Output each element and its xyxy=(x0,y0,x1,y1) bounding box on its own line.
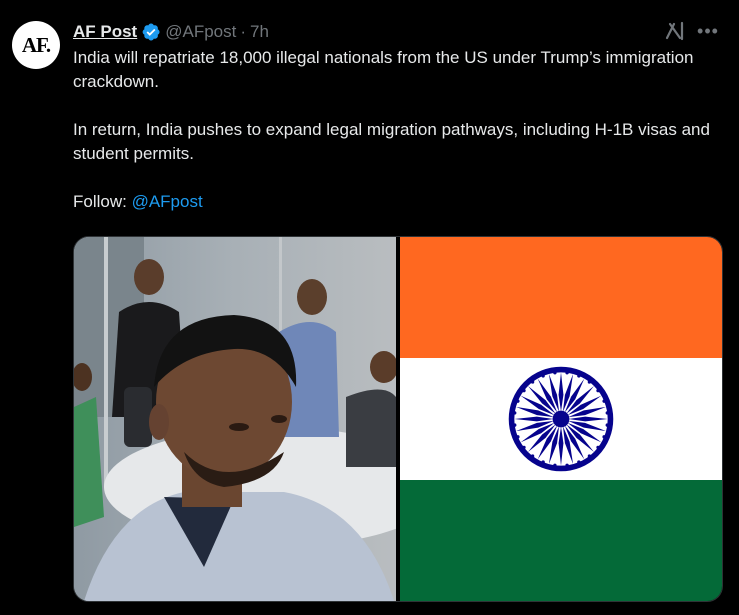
separator-dot: · xyxy=(240,22,247,41)
timestamp[interactable]: 7h xyxy=(250,22,269,42)
verified-badge-icon[interactable] xyxy=(141,22,161,42)
india-flag[interactable] xyxy=(400,237,722,601)
tweet[interactable]: AF. AF Post @AFpost · 7h ••• India will … xyxy=(0,0,739,615)
chakra-rim-dot xyxy=(596,445,600,450)
flag-green-band xyxy=(400,479,722,601)
chakra-rim-dot xyxy=(577,460,581,464)
avatar[interactable]: AF. xyxy=(12,21,60,69)
chakra-spoke xyxy=(558,426,564,466)
chakra-rim-dot xyxy=(530,380,535,384)
more-icon[interactable]: ••• xyxy=(697,20,719,42)
photo-of-men-in-office[interactable] xyxy=(74,237,396,601)
tweet-header: AF Post @AFpost · 7h xyxy=(73,20,269,44)
chakra-rim-dot xyxy=(541,374,545,378)
chakra-rim-dot xyxy=(605,411,609,415)
avatar-logo-text: AF. xyxy=(21,32,51,57)
chakra-rim-dot xyxy=(577,374,581,378)
chakra-rim-dot xyxy=(553,371,557,375)
chakra-rim-dot xyxy=(605,423,609,427)
chakra-rim-dot xyxy=(553,463,557,467)
chakra-rim-dot xyxy=(522,388,526,393)
chakra-rim-dot xyxy=(587,380,592,384)
media-grid xyxy=(73,236,723,602)
chakra-rim-dot xyxy=(565,463,569,467)
tweet-paragraph-2: In return, India pushes to expand legal … xyxy=(73,120,710,163)
chakra-spoke xyxy=(568,416,608,422)
tweet-text: India will repatriate 18,000 illegal nat… xyxy=(73,46,723,214)
tweet-paragraph-1: India will repatriate 18,000 illegal nat… xyxy=(73,48,694,91)
follow-label: Follow: xyxy=(73,192,132,211)
chakra-rim-dot xyxy=(513,411,517,415)
chakra-rim-dot xyxy=(602,399,606,403)
chakra-rim-dot xyxy=(565,371,569,375)
chakra-spoke xyxy=(514,416,554,422)
flag-saffron-band xyxy=(400,237,722,359)
chakra-rim-dot xyxy=(596,388,600,393)
chakra-rim-dot xyxy=(530,454,535,458)
chakra-rim-dot xyxy=(602,435,606,439)
grok-icon[interactable] xyxy=(664,20,686,42)
ashoka-chakra-icon xyxy=(508,366,614,472)
follow-mention-link[interactable]: @AFpost xyxy=(132,192,203,211)
follow-line: Follow: @AFpost xyxy=(73,190,723,214)
chakra-rim-dot xyxy=(516,435,520,439)
chakra-rim-dot xyxy=(513,423,517,427)
chakra-rim-dot xyxy=(516,399,520,403)
chakra-spoke xyxy=(558,372,564,412)
author-handle[interactable]: @AFpost xyxy=(165,22,236,42)
chakra-rim-dot xyxy=(541,460,545,464)
chakra-rim-dot xyxy=(587,454,592,458)
chakra-rim-dot xyxy=(522,445,526,450)
author-name[interactable]: AF Post xyxy=(73,22,137,42)
